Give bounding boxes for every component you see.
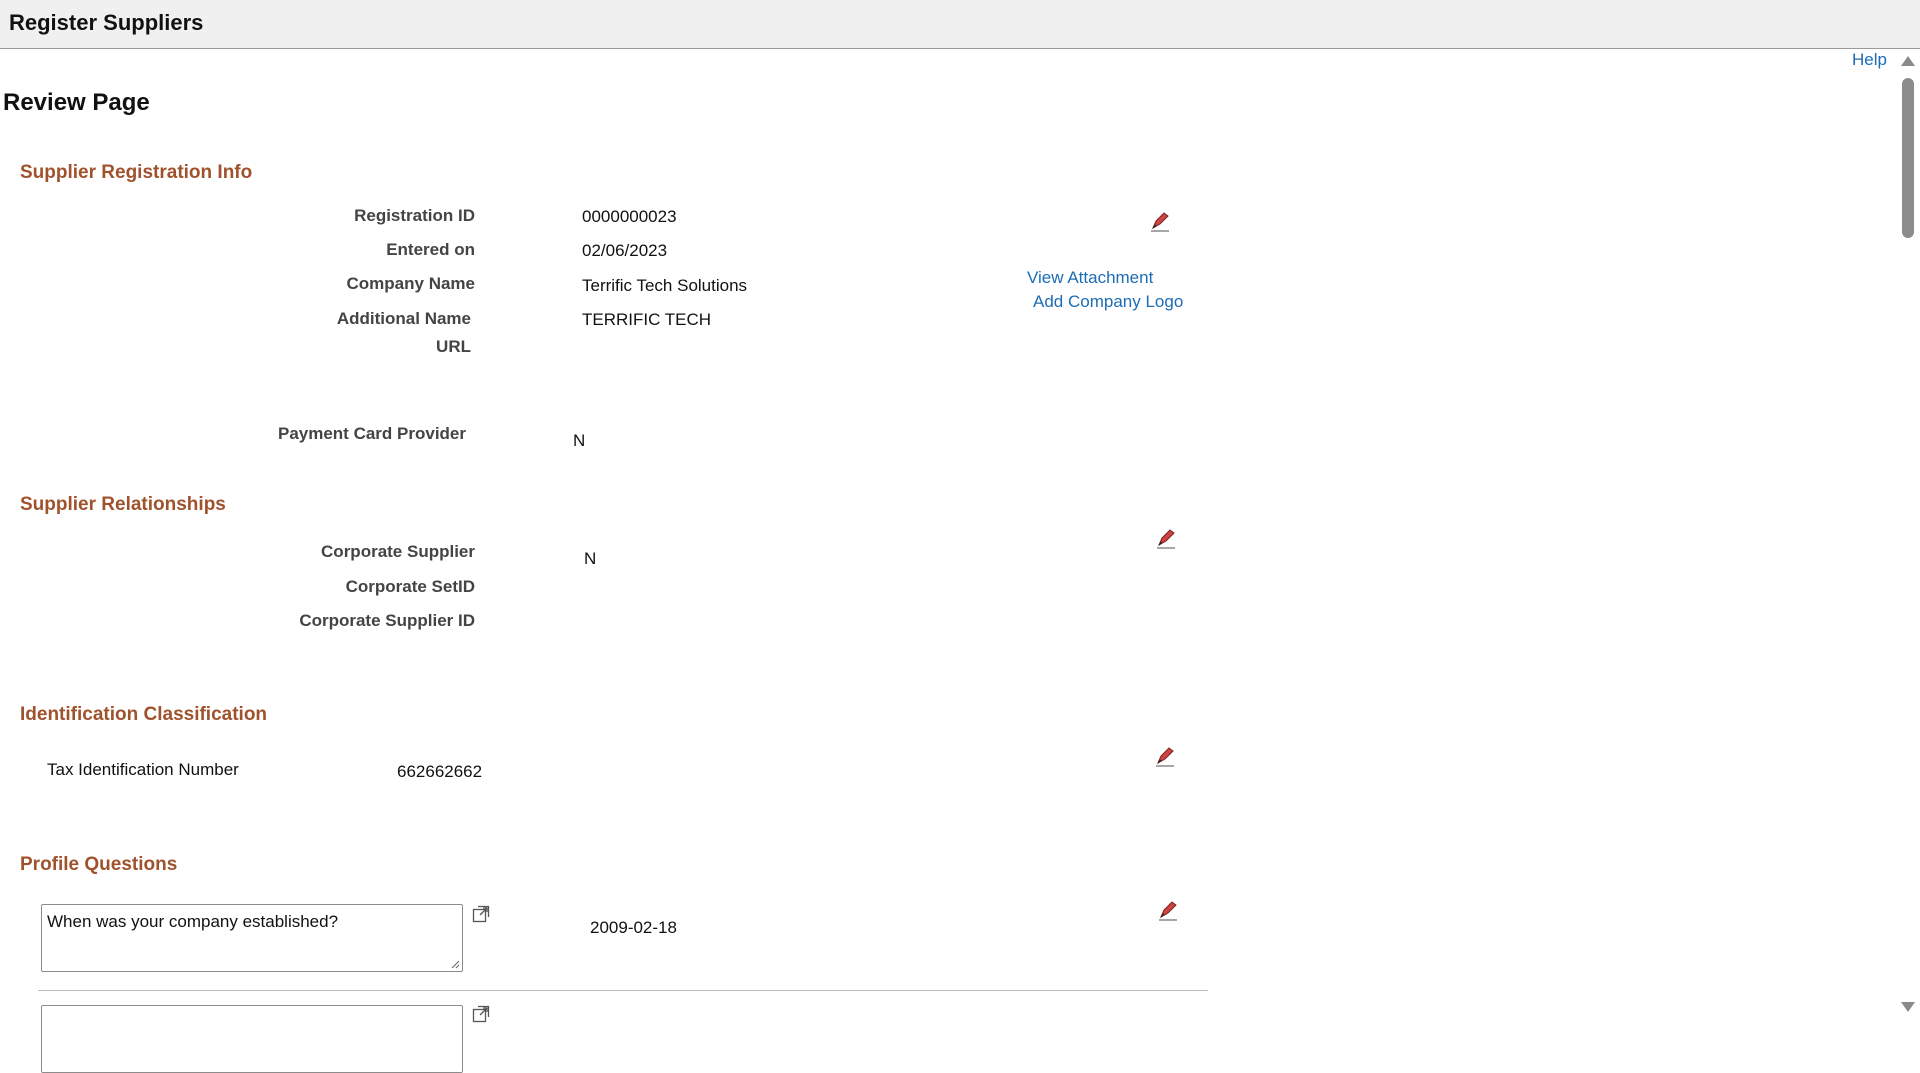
- help-link[interactable]: Help: [1852, 50, 1887, 70]
- profile-answer-value: 2009-02-18: [590, 918, 677, 937]
- company-name-value: Terrific Tech Solutions: [582, 276, 748, 295]
- corporate-setid-label: Corporate SetID: [345, 577, 475, 596]
- profile-question-field-next[interactable]: [41, 1005, 463, 1073]
- tax-id-value: 662662662: [397, 762, 483, 781]
- registration-id-value: 0000000023: [582, 207, 677, 226]
- profile-question-field[interactable]: When was your company established?: [41, 904, 463, 972]
- additional-name-label: Additional Name: [336, 309, 471, 328]
- url-label: URL: [436, 337, 471, 356]
- corporate-supplier-value: N: [584, 549, 597, 568]
- edit-pencil-icon[interactable]: [1155, 528, 1177, 550]
- payment-card-label: Payment Card Provider: [277, 424, 466, 443]
- payment-card-value: N: [573, 431, 586, 450]
- view-attachment-link[interactable]: View Attachment: [1027, 268, 1153, 288]
- add-company-logo-link[interactable]: Add Company Logo: [1033, 292, 1183, 312]
- row-divider: [38, 990, 1208, 991]
- edit-pencil-icon[interactable]: [1149, 211, 1171, 233]
- section-title-registration: Supplier Registration Info: [20, 162, 253, 183]
- vertical-scrollbar[interactable]: [1896, 50, 1920, 1018]
- resize-grip-icon[interactable]: [450, 959, 460, 969]
- entered-on-label: Entered on: [386, 240, 475, 259]
- profile-question-text: When was your company established?: [47, 912, 339, 931]
- title-bar: Register Suppliers: [0, 0, 1920, 49]
- corporate-supplier-label: Corporate Supplier: [321, 542, 475, 561]
- tax-id-label: Tax Identification Number: [47, 760, 239, 779]
- scroll-thumb[interactable]: [1902, 78, 1914, 238]
- additional-name-value: TERRIFIC TECH: [582, 310, 712, 329]
- company-name-label: Company Name: [346, 274, 475, 293]
- entered-on-value: 02/06/2023: [582, 241, 668, 260]
- expand-icon[interactable]: [471, 904, 491, 924]
- corporate-supplier-id-label: Corporate Supplier ID: [299, 611, 475, 630]
- section-title-identification: Identification Classification: [20, 704, 268, 725]
- section-title-relationships: Supplier Relationships: [20, 494, 226, 515]
- edit-pencil-icon[interactable]: [1157, 900, 1179, 922]
- section-title-profile: Profile Questions: [20, 854, 178, 875]
- app-title: Register Suppliers: [9, 10, 204, 35]
- page-title: Review Page: [3, 89, 150, 116]
- expand-icon[interactable]: [471, 1004, 491, 1024]
- scroll-up-arrow-icon[interactable]: [1901, 56, 1915, 66]
- edit-pencil-icon[interactable]: [1154, 746, 1176, 768]
- scroll-down-arrow-icon[interactable]: [1901, 1002, 1915, 1012]
- registration-id-label: Registration ID: [354, 206, 475, 225]
